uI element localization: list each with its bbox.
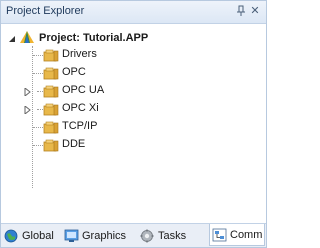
close-icon[interactable]: ✕	[250, 5, 260, 17]
bottom-tab-bar: Global Graphics Tasks Comm	[1, 223, 266, 247]
project-tree: Project: Tutorial.APP Drivers OPC OPC UA…	[1, 25, 266, 223]
tab-label: Tasks	[158, 230, 187, 242]
panel-titlebar: Project Explorer ✕	[1, 1, 266, 24]
tab-label: Graphics	[82, 230, 127, 242]
tab-tasks[interactable]: Tasks	[140, 227, 186, 245]
globe-icon	[4, 229, 19, 243]
tab-label: Comm	[230, 228, 263, 241]
folder-icon	[43, 49, 59, 65]
tab-global[interactable]: Global	[4, 227, 54, 245]
tree-item-label: Drivers	[62, 48, 97, 60]
folder-icon	[43, 103, 59, 119]
expand-arrow-icon[interactable]	[24, 104, 31, 117]
project-icon	[19, 30, 35, 47]
tree-item-dde[interactable]: DDE	[1, 137, 201, 153]
project-explorer-panel: Project Explorer ✕ Project: Tutorial.APP	[0, 0, 267, 248]
tree-item-tcp-ip[interactable]: TCP/IP	[1, 119, 201, 135]
tree-root-project[interactable]: Project: Tutorial.APP	[19, 30, 148, 46]
graphics-icon	[64, 229, 79, 243]
tab-comm[interactable]: Comm	[209, 224, 266, 246]
tab-graphics[interactable]: Graphics	[64, 227, 126, 245]
tree-item-drivers[interactable]: Drivers	[1, 47, 201, 63]
tree-item-label: DDE	[62, 138, 86, 150]
tree-item-label: OPC UA	[62, 84, 105, 96]
collapse-arrow-icon[interactable]	[8, 34, 16, 46]
panel-title: Project Explorer	[6, 5, 85, 17]
folder-icon	[43, 67, 59, 83]
tree-item-opc[interactable]: OPC	[1, 65, 201, 81]
folder-icon	[43, 85, 59, 101]
pin-icon[interactable]	[236, 5, 246, 17]
tree-item-label: OPC	[62, 66, 86, 78]
folder-icon	[43, 121, 59, 137]
comm-icon	[212, 228, 227, 242]
folder-icon	[43, 139, 59, 155]
tree-item-opc-xi[interactable]: OPC Xi	[1, 101, 201, 117]
tree-item-label: OPC Xi	[62, 102, 99, 114]
tasks-icon	[140, 229, 155, 243]
tree-root-label: Project: Tutorial.APP	[39, 32, 149, 44]
tree-item-label: TCP/IP	[62, 120, 98, 132]
tree-item-opc-ua[interactable]: OPC UA	[1, 83, 201, 99]
expand-arrow-icon[interactable]	[24, 86, 31, 99]
tab-label: Global	[22, 230, 54, 242]
